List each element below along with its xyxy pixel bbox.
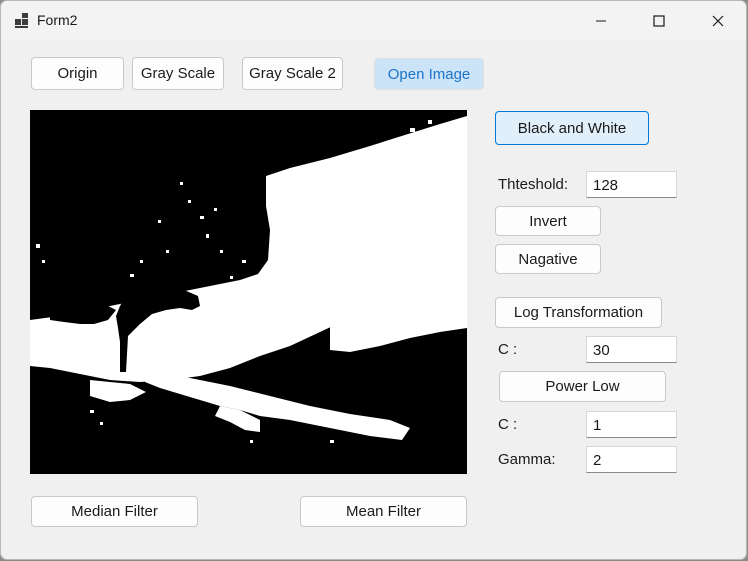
invert-button[interactable]: Invert [495,206,601,236]
form2-window: Form2 Origin Gray Scale Gray Scale 2 Ope… [0,0,747,560]
title-bar[interactable]: Form2 [1,1,746,41]
mean-filter-button[interactable]: Mean Filter [300,496,467,527]
window-title: Form2 [37,12,78,28]
gray-scale-2-button[interactable]: Gray Scale 2 [242,57,343,90]
gray-scale-button[interactable]: Gray Scale [132,57,224,90]
maximize-icon [653,15,665,27]
gamma-input[interactable]: 2 [586,446,677,473]
power-c-label: C : [498,416,518,433]
gamma-label: Gamma: [498,451,556,468]
processed-image [30,110,467,474]
log-c-label: C : [498,341,518,358]
negative-button[interactable]: Nagative [495,244,601,274]
power-low-button[interactable]: Power Low [499,371,666,402]
app-icon [15,13,28,28]
minimize-icon [596,20,606,22]
close-button[interactable] [689,1,746,41]
power-c-input[interactable]: 1 [586,411,677,438]
image-picture-box [30,110,467,474]
black-and-white-button[interactable]: Black and White [495,111,649,145]
threshold-label: Thteshold: [498,176,569,193]
close-icon [712,15,724,27]
origin-button[interactable]: Origin [31,57,124,90]
threshold-input[interactable]: 128 [586,171,677,198]
median-filter-button[interactable]: Median Filter [31,496,198,527]
log-transformation-button[interactable]: Log Transformation [495,297,662,328]
log-c-input[interactable]: 30 [586,336,677,363]
minimize-button[interactable] [572,1,630,41]
open-image-button[interactable]: Open Image [374,58,484,90]
maximize-button[interactable] [630,1,688,41]
